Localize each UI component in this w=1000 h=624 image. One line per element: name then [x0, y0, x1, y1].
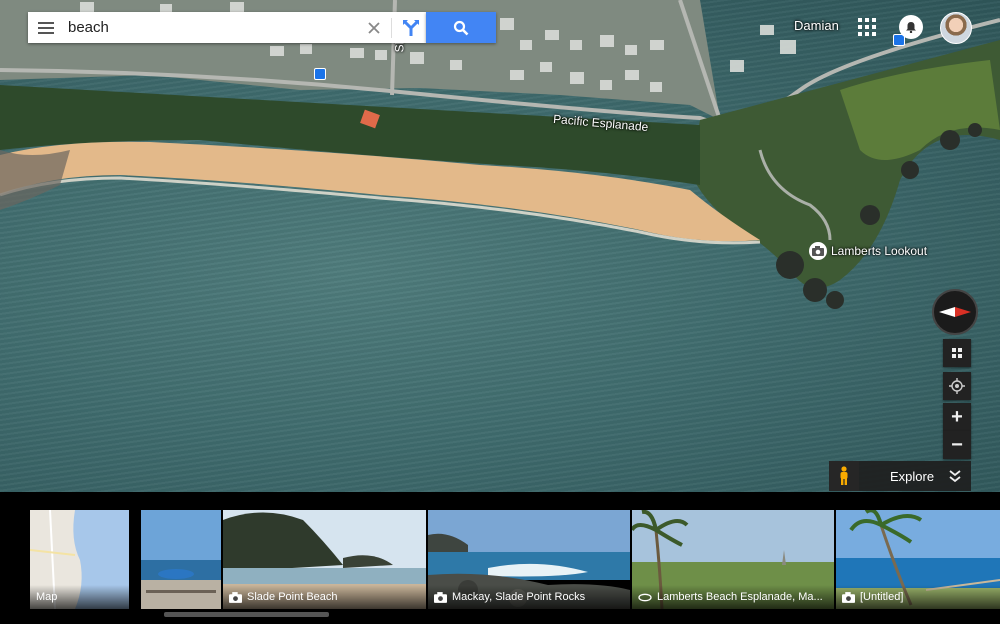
photo-strip: Map Slade Point Beach Mackay, Slade Poin… — [0, 492, 1000, 624]
compass-icon[interactable] — [932, 289, 978, 335]
photo-card[interactable]: [Untitled] — [836, 510, 1000, 609]
bell-icon[interactable] — [899, 15, 923, 39]
my-location-icon[interactable] — [943, 372, 971, 400]
card-caption: Lamberts Beach Esplanade, Ma... — [632, 585, 834, 609]
search-input[interactable] — [64, 12, 361, 43]
avatar[interactable] — [940, 12, 972, 44]
card-caption: Slade Point Beach — [223, 585, 426, 609]
pegman-icon[interactable] — [829, 461, 859, 491]
search-button[interactable] — [426, 12, 496, 43]
hamburger-menu-icon[interactable] — [28, 12, 64, 43]
card-caption: Mackay, Slade Point Rocks — [428, 585, 630, 609]
camera-icon — [842, 591, 855, 603]
card-label: Lamberts Beach Esplanade, Ma... — [657, 591, 823, 603]
chevron-down-double-icon[interactable] — [947, 468, 963, 484]
poi-lamberts-lookout[interactable]: Lamberts Lookout — [809, 242, 927, 260]
camera-icon — [434, 591, 447, 603]
explore-bar[interactable]: Explore — [829, 461, 971, 491]
bus-stop-icon[interactable] — [314, 68, 326, 80]
zoom-in-button[interactable]: + — [943, 403, 971, 431]
card-caption: [Untitled] — [836, 585, 1000, 609]
camera-icon — [229, 591, 242, 603]
search-icon — [453, 20, 469, 35]
photo-card[interactable]: Slade Point Beach — [223, 510, 426, 609]
camera-icon — [809, 242, 827, 260]
divider — [391, 17, 392, 38]
map-thumbnail-card[interactable]: Map — [30, 510, 129, 609]
search-box — [28, 12, 426, 43]
explore-label: Explore — [890, 469, 935, 484]
user-name[interactable]: Damian — [794, 18, 839, 33]
photo-card[interactable] — [141, 510, 221, 609]
card-caption: Map — [30, 585, 129, 609]
photo-thumbnail — [141, 510, 221, 609]
photo-strip-scrollbar[interactable] — [164, 612, 329, 617]
panorama-360-icon — [638, 593, 652, 601]
close-icon[interactable] — [361, 12, 387, 43]
card-label: [Untitled] — [860, 591, 904, 603]
satellite-map[interactable]: Pacific Esplanade Slade Lamberts Lookout — [0, 0, 1000, 492]
card-label: Mackay, Slade Point Rocks — [452, 591, 586, 603]
directions-icon[interactable] — [396, 12, 426, 43]
photo-card[interactable]: Mackay, Slade Point Rocks — [428, 510, 630, 609]
card-label: Map — [36, 591, 58, 603]
maps-app: Pacific Esplanade Slade Lamberts Lookout — [0, 0, 1000, 624]
card-label: Slade Point Beach — [247, 591, 338, 603]
poi-label: Lamberts Lookout — [831, 244, 928, 258]
apps-grid-icon[interactable] — [858, 18, 876, 36]
photo-card[interactable]: Lamberts Beach Esplanade, Ma... — [632, 510, 834, 609]
layers-grid-icon[interactable] — [943, 339, 971, 367]
zoom-out-button[interactable]: − — [943, 431, 971, 459]
